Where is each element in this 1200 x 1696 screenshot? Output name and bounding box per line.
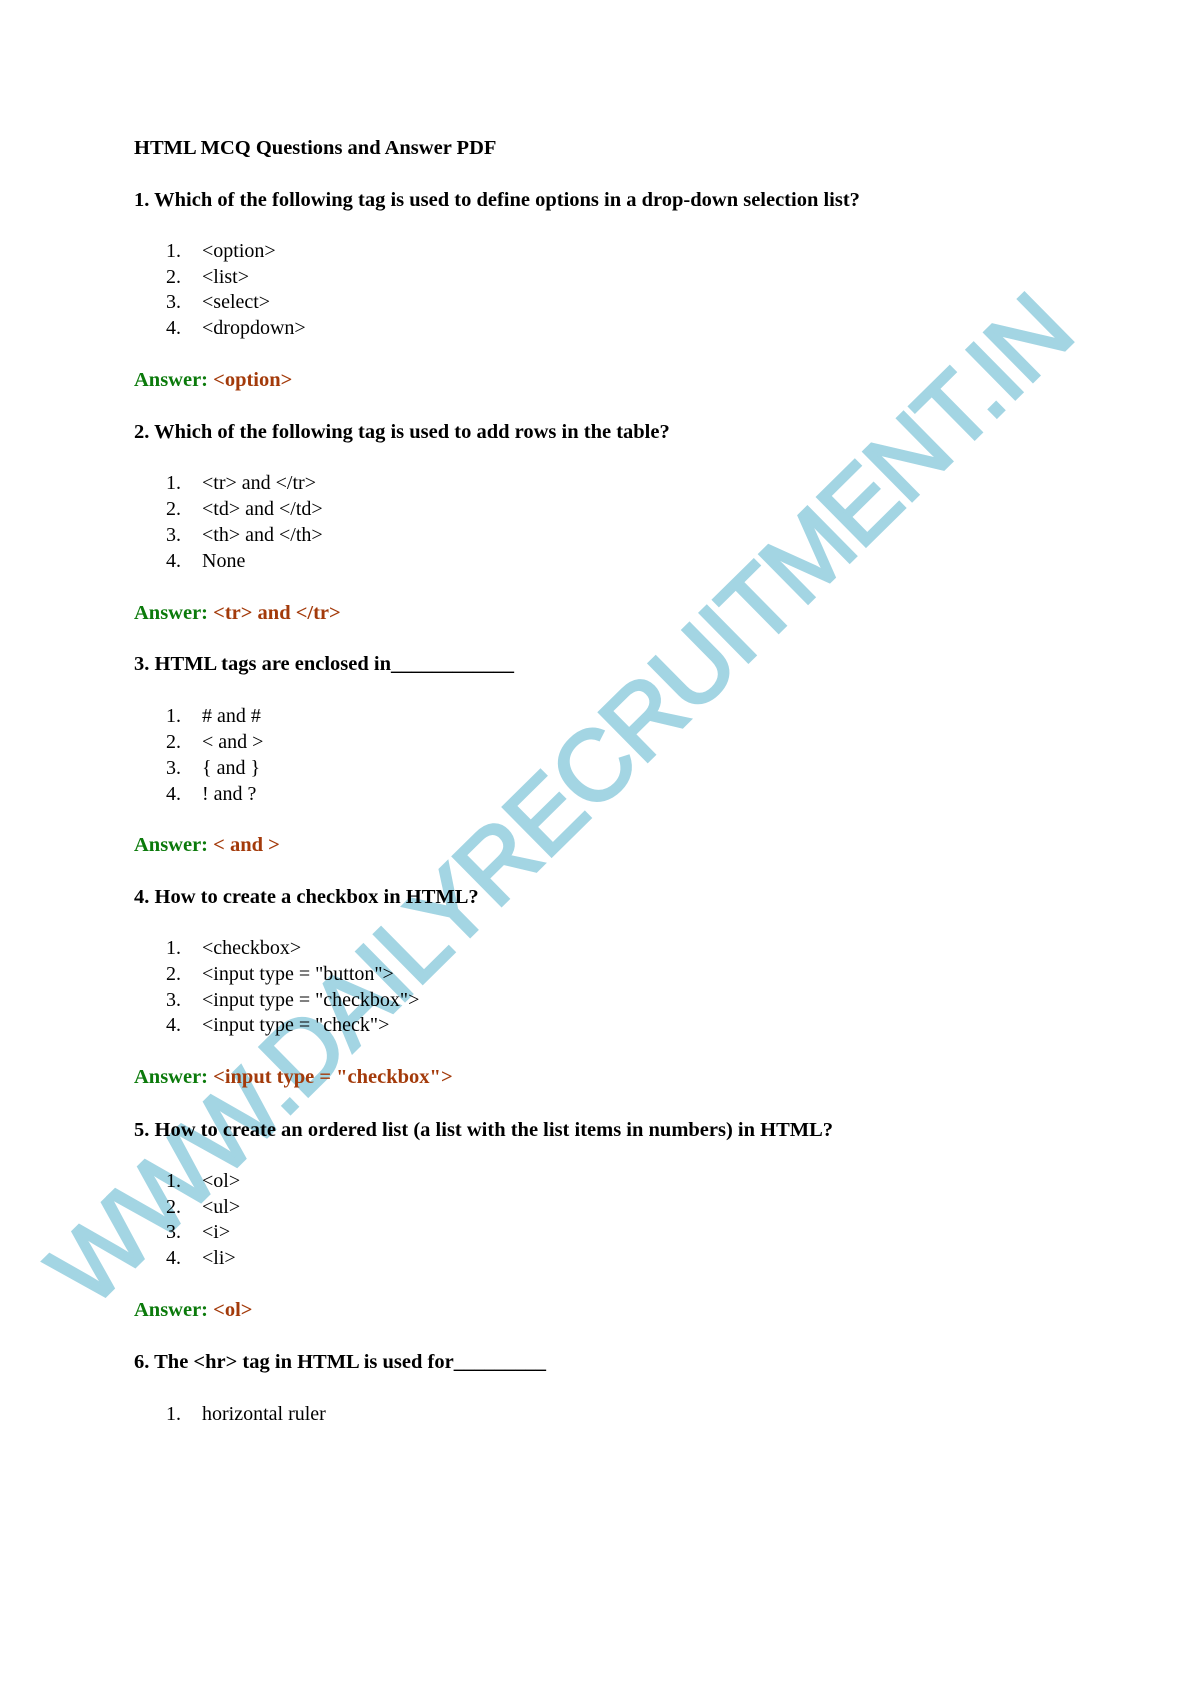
option-number: 2. [166,498,181,520]
question-2: 2. Which of the following tag is used to… [134,421,670,443]
option-text: <input type = "button"> [202,963,394,985]
option-5-2: 2. <ul> [166,1197,240,1217]
option-text: <select> [202,291,271,313]
option-text: <ol> [202,1170,241,1192]
option-number: 3. [166,989,181,1011]
answer-2: Answer: <tr> and </tr> [134,603,341,624]
option-number: 2. [166,1196,181,1218]
option-text: <input type = "checkbox"> [202,989,420,1011]
option-text: # and # [202,705,261,727]
option-number: 1. [166,1170,181,1192]
option-number: 3. [166,524,181,546]
option-number: 2. [166,266,181,288]
option-3-4: 4. ! and ? [166,784,256,804]
answer-label: Answer: [134,1299,209,1321]
option-text: <option> [202,240,276,262]
option-number: 4. [166,317,181,339]
option-2-3: 3. <th> and </th> [166,525,323,545]
option-number: 2. [166,963,181,985]
option-text: ! and ? [202,783,257,805]
answer-value: < and > [213,834,280,856]
option-5-3: 3. <i> [166,1222,230,1242]
option-number: 1. [166,937,181,959]
option-number: 1. [166,240,181,262]
answer-label: Answer: [134,369,209,391]
option-text: <list> [202,266,250,288]
option-text: <dropdown> [202,317,306,339]
document-title: HTML MCQ Questions and Answer PDF [134,137,497,159]
answer-value: <option> [213,369,293,391]
option-number: 4. [166,783,181,805]
answer-value: <input type = "checkbox"> [213,1066,453,1088]
option-text: <tr> and </tr> [202,472,316,494]
document-page: WWW.DAILYRECRUITMENT.IN HTML MCQ Questio… [0,0,1200,1696]
option-number: 1. [166,472,181,494]
question-1: 1. Which of the following tag is used to… [134,189,860,211]
option-2-1: 1. <tr> and </tr> [166,473,316,493]
answer-label: Answer: [134,602,209,624]
option-3-2: 2. < and > [166,732,263,752]
option-text: <li> [202,1247,236,1269]
option-text: horizontal ruler [202,1403,326,1425]
option-number: 1. [166,1403,181,1425]
option-1-1: 1. <option> [166,241,276,261]
option-text: None [202,550,246,572]
option-5-4: 4. <li> [166,1248,236,1268]
option-number: 4. [166,1247,181,1269]
option-text: <ul> [202,1196,241,1218]
option-number: 1. [166,705,181,727]
option-4-1: 1. <checkbox> [166,938,301,958]
answer-value: <ol> [213,1299,253,1321]
option-number: 2. [166,731,181,753]
option-1-3: 3. <select> [166,292,270,312]
option-number: 3. [166,291,181,313]
option-5-1: 1. <ol> [166,1171,240,1191]
option-text: <checkbox> [202,937,302,959]
option-number: 4. [166,1014,181,1036]
option-number: 3. [166,1221,181,1243]
option-6-1: 1. horizontal ruler [166,1404,326,1424]
option-number: 4. [166,550,181,572]
question-4: 4. How to create a checkbox in HTML? [134,886,479,908]
question-6: 6. The <hr> tag in HTML is used for_____… [134,1351,546,1373]
question-3: 3. HTML tags are enclosed in____________ [134,653,515,675]
option-text: <td> and </td> [202,498,323,520]
option-4-4: 4. <input type = "check"> [166,1015,389,1035]
option-2-4: 4. None [166,551,245,571]
answer-4: Answer: <input type = "checkbox"> [134,1067,453,1088]
answer-label: Answer: [134,834,209,856]
option-text: <th> and </th> [202,524,323,546]
answer-label: Answer: [134,1066,209,1088]
option-1-4: 4. <dropdown> [166,318,306,338]
option-text: <input type = "check"> [202,1014,390,1036]
option-text: <i> [202,1221,231,1243]
option-text: { and } [202,757,261,779]
option-1-2: 2. <list> [166,267,249,287]
question-5: 5. How to create an ordered list (a list… [134,1119,834,1141]
option-2-2: 2. <td> and </td> [166,499,323,519]
option-text: < and > [202,731,264,753]
answer-3: Answer: < and > [134,835,280,856]
answer-value: <tr> and </tr> [213,602,341,624]
answer-5: Answer: <ol> [134,1300,252,1321]
option-number: 3. [166,757,181,779]
option-3-1: 1. # and # [166,706,261,726]
option-3-3: 3. { and } [166,758,260,778]
option-4-3: 3. <input type = "checkbox"> [166,990,419,1010]
option-4-2: 2. <input type = "button"> [166,964,394,984]
answer-1: Answer: <option> [134,370,292,391]
